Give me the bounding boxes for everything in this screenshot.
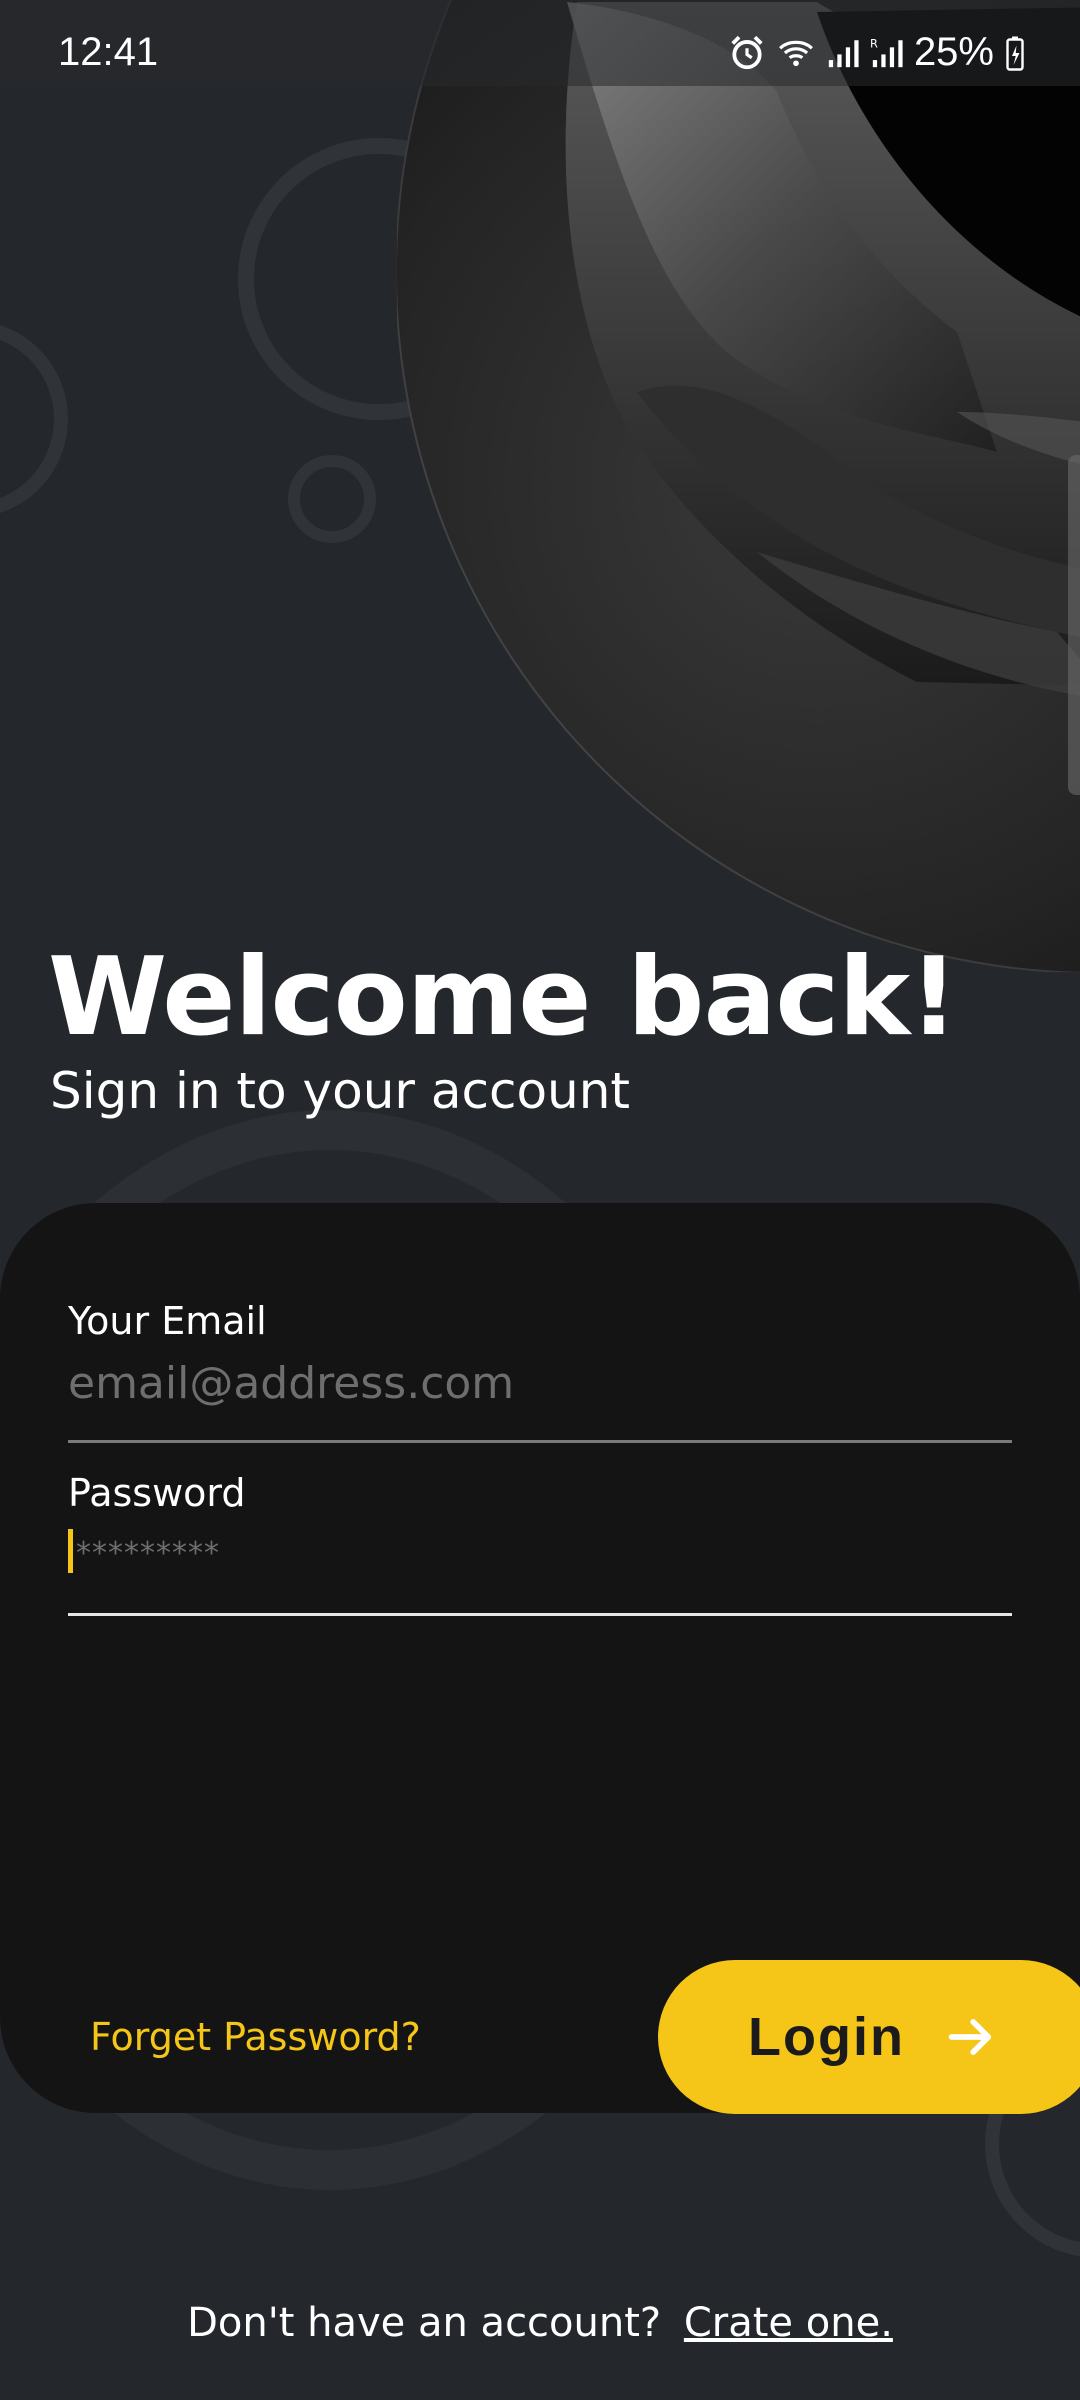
status-icons: R 25%	[728, 30, 1026, 75]
password-underline	[68, 1613, 1012, 1616]
signup-row: Don't have an account? Crate one.	[0, 2300, 1080, 2346]
login-button-label: Login	[748, 2007, 905, 2067]
login-screen: 12:41 R 25% Welcome back! Sign in to you…	[0, 0, 1080, 2400]
password-label: Password	[68, 1471, 246, 1515]
hooded-figure-image	[565, 2, 1080, 696]
text-cursor	[68, 1529, 73, 1573]
battery-charging-icon	[1006, 36, 1024, 71]
signal-roaming-icon: R	[870, 36, 903, 67]
welcome-subtitle: Sign in to your account	[50, 1062, 631, 1120]
alarm-icon	[731, 35, 763, 69]
email-input[interactable]	[68, 1353, 1012, 1413]
status-bar: 12:41 R 25%	[0, 0, 1080, 86]
email-label: Your Email	[68, 1299, 267, 1343]
svg-text:R: R	[870, 36, 878, 50]
create-account-link[interactable]: Crate one.	[684, 2300, 893, 2346]
password-input[interactable]	[68, 1523, 1020, 1583]
welcome-title: Welcome back!	[48, 935, 958, 1060]
signup-prompt: Don't have an account?	[187, 2300, 662, 2346]
hero-image-circle	[395, 0, 1080, 974]
signal-icon	[828, 39, 859, 67]
battery-percentage: 25%	[913, 30, 994, 74]
email-underline	[68, 1440, 1012, 1443]
arrow-right-icon	[948, 2019, 992, 2055]
decor-ring-left	[0, 320, 68, 518]
decor-ring-small	[288, 455, 376, 543]
status-time: 12:41	[58, 30, 159, 74]
edge-panel-handle[interactable]	[1068, 455, 1080, 795]
wifi-icon	[778, 40, 813, 66]
forgot-password-link[interactable]: Forget Password?	[90, 2015, 421, 2059]
login-button[interactable]: Login	[658, 1960, 1080, 2114]
